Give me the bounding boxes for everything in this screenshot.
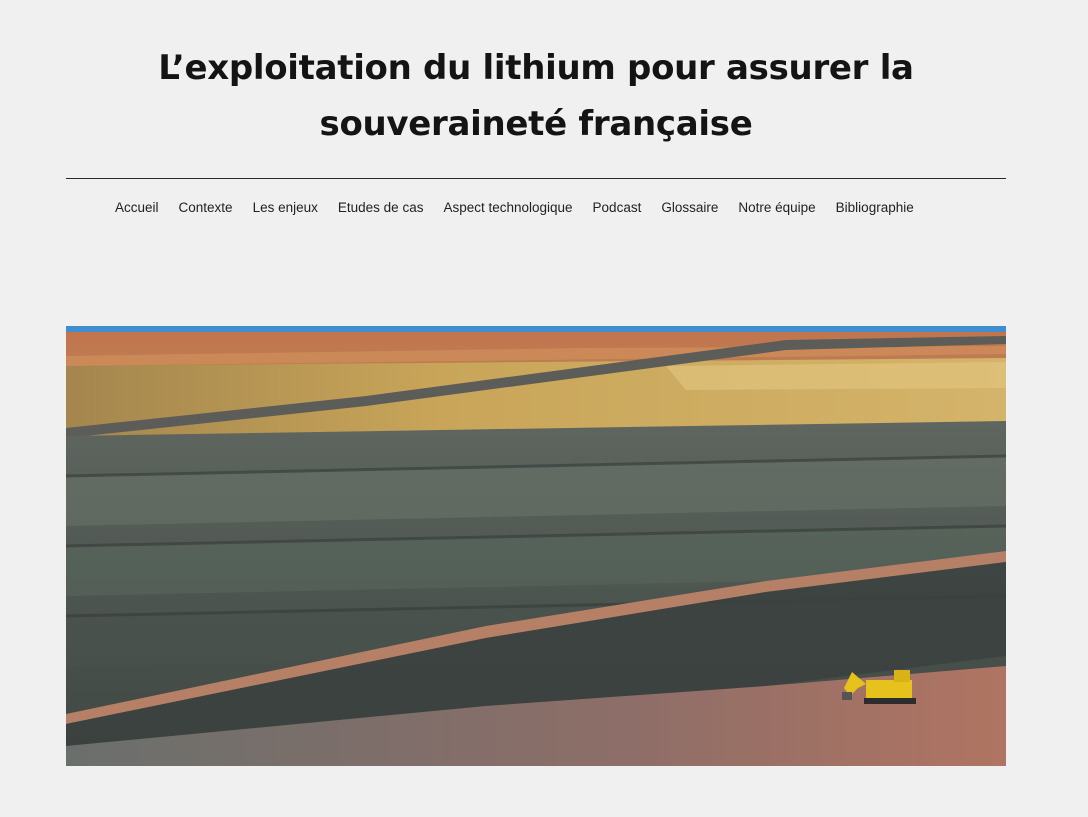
site-header: L’exploitation du lithium pour assurer l… [66,40,1006,152]
header-divider [66,178,1006,179]
main-nav: Accueil Contexte Les enjeux Etudes de ca… [105,197,965,218]
nav-item-glossaire[interactable]: Glossaire [651,197,728,218]
nav-item-aspect-technologique[interactable]: Aspect technologique [433,197,582,218]
page-title: L’exploitation du lithium pour assurer l… [66,40,1006,152]
nav-item-accueil[interactable]: Accueil [105,197,169,218]
nav-item-bibliographie[interactable]: Bibliographie [826,197,924,218]
page-title-line-2: souveraineté française [319,104,753,144]
nav-item-contexte[interactable]: Contexte [169,197,243,218]
nav-item-les-enjeux[interactable]: Les enjeux [243,197,328,218]
page-title-line-1: L’exploitation du lithium pour assurer l… [158,48,914,88]
hero-image [66,326,1006,766]
mine-illustration [66,326,1006,766]
yellow-band-light [666,362,1006,390]
nav-item-podcast[interactable]: Podcast [583,197,652,218]
nav-item-etudes-de-cas[interactable]: Etudes de cas [328,197,434,218]
sky-strip [66,326,1006,332]
nav-item-notre-equipe[interactable]: Notre équipe [728,197,825,218]
